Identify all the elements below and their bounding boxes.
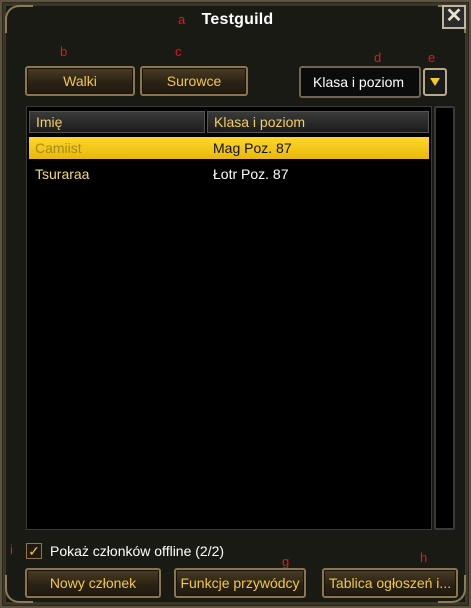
table-header: Imię Klasa i poziom: [29, 111, 429, 133]
column-header-class-level[interactable]: Klasa i poziom: [207, 111, 429, 133]
window-title: Testguild: [201, 11, 274, 28]
title-bar: a Testguild: [2, 6, 471, 34]
new-member-button[interactable]: Nowy członek: [25, 568, 161, 598]
member-name: Camiist: [35, 140, 82, 156]
annotation-marker-d: d: [374, 50, 382, 65]
member-name: Tsuraraa: [35, 166, 90, 182]
column-header-name[interactable]: Imię: [29, 111, 205, 133]
table-row[interactable]: Camiist Mag Poz. 87: [29, 137, 429, 159]
annotation-marker-g: g: [282, 554, 290, 569]
battles-button[interactable]: Walki: [25, 66, 135, 96]
close-icon: ✕: [445, 5, 463, 27]
members-list: Imię Klasa i poziom Camiist Mag Poz. 87 …: [26, 106, 432, 530]
guild-window: a Testguild ✕ b c d e Walki Surowce Klas…: [0, 0, 471, 608]
annotation-marker-e: e: [428, 50, 436, 65]
annotation-marker-h: h: [420, 550, 428, 565]
resources-button[interactable]: Surowce: [140, 66, 248, 96]
show-offline-checkbox[interactable]: ✓: [26, 543, 42, 559]
sort-dropdown[interactable]: Klasa i poziom: [299, 66, 421, 98]
annotation-marker-b: b: [60, 44, 68, 59]
check-icon: ✓: [28, 543, 40, 559]
member-class-level: Mag Poz. 87: [213, 140, 292, 156]
table-row[interactable]: Tsuraraa Łotr Poz. 87: [29, 163, 429, 185]
show-offline-label: Pokaż członków offline (2/2): [50, 543, 225, 559]
member-class-level: Łotr Poz. 87: [213, 166, 289, 182]
close-button[interactable]: ✕: [442, 5, 466, 29]
chevron-down-icon[interactable]: [423, 68, 447, 96]
notice-board-button[interactable]: Tablica ogłoszeń i...: [322, 568, 458, 598]
annotation-marker-c: c: [175, 44, 182, 59]
annotation-marker-i: i: [10, 542, 13, 557]
list-scrollbar[interactable]: [434, 106, 455, 530]
leader-functions-button[interactable]: Funkcje przywódcy: [174, 568, 306, 598]
annotation-marker-a: a: [178, 12, 186, 27]
